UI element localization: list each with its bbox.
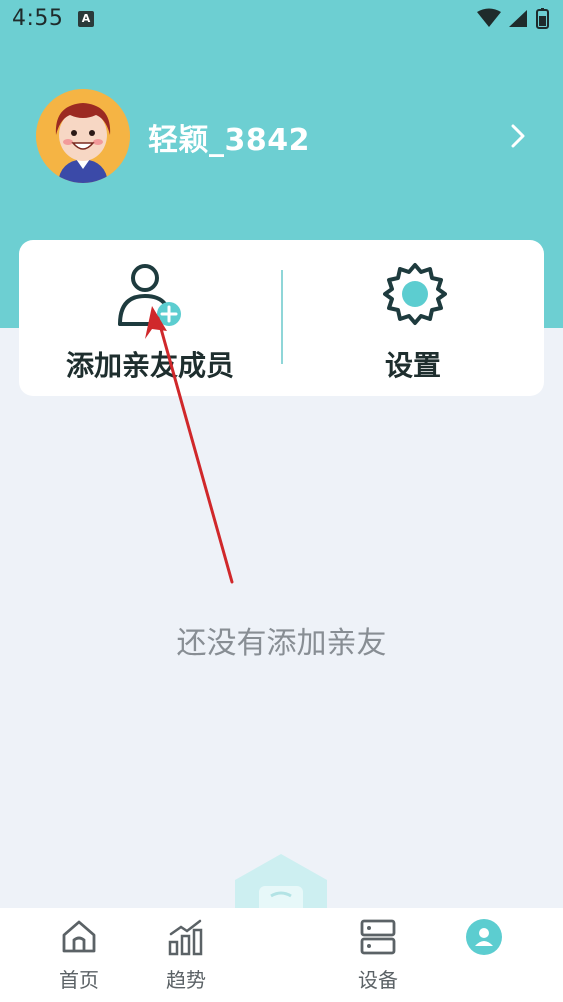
add-member-button[interactable]: 添加亲友成员 bbox=[19, 240, 281, 396]
profile-row[interactable]: 轻颖_3842 bbox=[36, 89, 536, 185]
add-person-icon bbox=[118, 264, 181, 326]
trend-chart-icon bbox=[168, 919, 203, 956]
add-member-label: 添加亲友成员 bbox=[65, 349, 234, 382]
empty-state-text: 还没有添加亲友 bbox=[176, 626, 387, 661]
gear-icon bbox=[383, 263, 447, 325]
chevron-right-icon[interactable] bbox=[510, 123, 526, 149]
tab-device[interactable]: 设备 bbox=[328, 908, 428, 1002]
home-icon bbox=[62, 920, 96, 953]
tab-device-label: 设备 bbox=[358, 968, 398, 992]
device-icon bbox=[360, 919, 396, 955]
settings-label: 设置 bbox=[384, 349, 441, 382]
bottom-tab-bar: 首页 趋势 设备 bbox=[0, 908, 563, 1002]
avatar-illustration-icon bbox=[36, 89, 130, 183]
tab-home-label: 首页 bbox=[59, 968, 99, 992]
tab-trend-label: 趋势 bbox=[166, 968, 206, 992]
status-notification-icon: A bbox=[78, 11, 94, 27]
avatar[interactable] bbox=[36, 89, 130, 183]
tab-profile[interactable] bbox=[434, 908, 534, 1002]
action-card: 添加亲友成员 设置 bbox=[19, 240, 544, 396]
tab-home[interactable]: 首页 bbox=[29, 908, 129, 1002]
status-indicators-icon bbox=[477, 8, 549, 29]
status-time: 4:55 bbox=[12, 6, 64, 31]
profile-icon bbox=[466, 919, 502, 955]
username: 轻颖_3842 bbox=[148, 123, 310, 158]
tab-trend[interactable]: 趋势 bbox=[136, 908, 236, 1002]
status-bar: 4:55 A bbox=[0, 0, 563, 38]
settings-button[interactable]: 设置 bbox=[282, 240, 544, 396]
